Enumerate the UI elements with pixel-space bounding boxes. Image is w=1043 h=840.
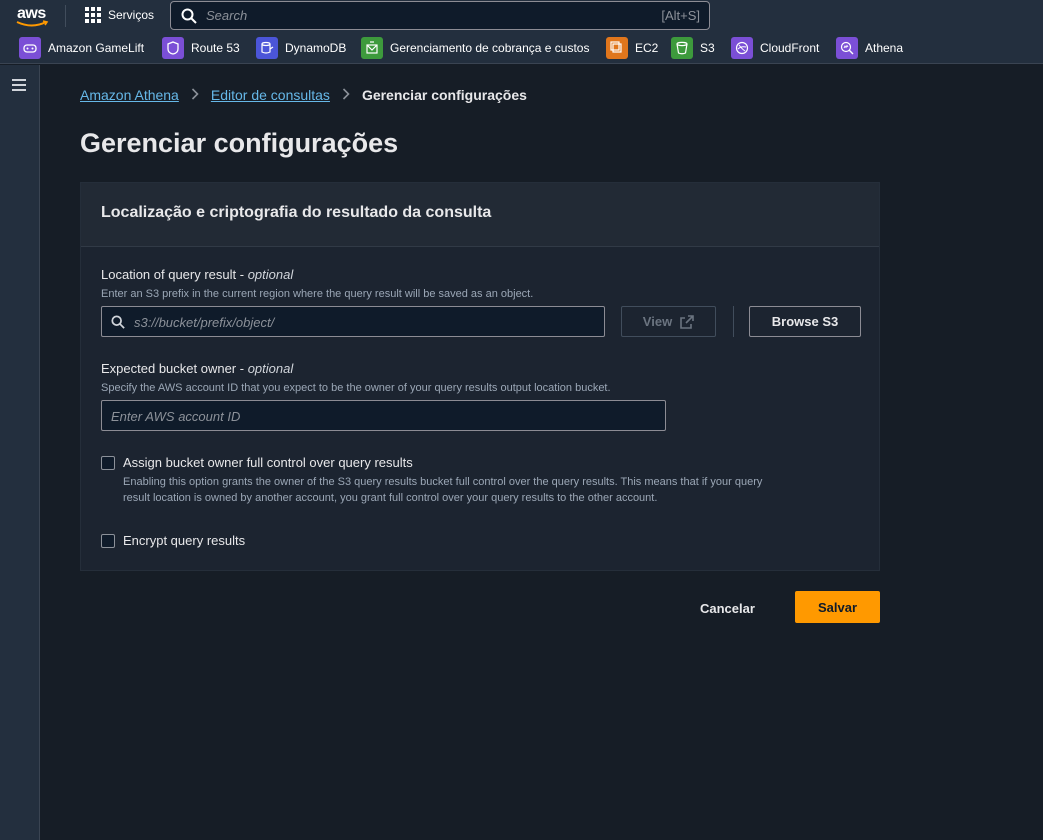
favorite-label: Gerenciamento de cobrança e custos	[390, 41, 590, 55]
favorite-label: Route 53	[191, 41, 240, 55]
search-icon	[111, 315, 125, 329]
favorites-bar: Amazon GameLift Route 53 DynamoDB Gerenc…	[0, 32, 1043, 64]
breadcrumb-current: Gerenciar configurações	[361, 87, 527, 103]
panel-header: Localização e criptografia do resultado …	[81, 183, 879, 247]
location-label-text: Location of query result -	[101, 267, 248, 282]
aws-smile-icon	[16, 20, 49, 27]
favorite-label: S3	[700, 41, 715, 55]
services-menu-button[interactable]: Serviços	[84, 6, 154, 24]
favorite-amazon-gamelift[interactable]: Amazon GameLift	[19, 37, 144, 59]
location-description: Enter an S3 prefix in the current region…	[101, 288, 534, 300]
gamelift-icon	[19, 37, 41, 59]
assign-full-control-description-line2: result location is owned by another acco…	[123, 492, 658, 504]
cloudfront-icon	[731, 37, 753, 59]
dynamodb-icon	[256, 37, 278, 59]
athena-icon	[836, 37, 858, 59]
route53-icon	[162, 37, 184, 59]
encrypt-query-results-label[interactable]: Encrypt query results	[123, 533, 245, 548]
assign-full-control-description-line1: Enabling this option grants the owner of…	[123, 476, 763, 488]
ec2-icon	[606, 37, 628, 59]
breadcrumb: Amazon Athena Editor de consultas Gerenc…	[80, 87, 527, 103]
expected-bucket-owner-input[interactable]: Enter AWS account ID	[101, 400, 666, 431]
view-label: View	[642, 314, 673, 329]
favorite-label: Athena	[865, 41, 904, 55]
location-optional: optional	[247, 267, 294, 282]
s3-bucket-icon	[671, 37, 693, 59]
favorite-s3[interactable]: S3	[671, 37, 715, 59]
owner-placeholder: Enter AWS account ID	[111, 409, 241, 424]
owner-label: Expected bucket owner - optional	[101, 361, 293, 376]
save-button[interactable]: Salvar	[795, 591, 880, 623]
owner-description: Specify the AWS account ID that you expe…	[101, 382, 611, 394]
aws-logo[interactable]: aws	[14, 4, 52, 28]
button-divider	[733, 306, 734, 337]
search-icon	[181, 8, 197, 24]
settings-panel: Localização e criptografia do resultado …	[80, 182, 880, 571]
chevron-right-icon	[342, 87, 350, 103]
owner-label-text: Expected bucket owner -	[101, 361, 248, 376]
panel-title: Localização e criptografia do resultado …	[101, 204, 492, 221]
favorite-cloudfront[interactable]: CloudFront	[731, 37, 819, 59]
view-button[interactable]: View	[621, 306, 716, 337]
favorite-dynamodb[interactable]: DynamoDB	[256, 37, 346, 59]
cancel-button[interactable]: Cancelar	[700, 593, 755, 623]
browse-s3-button[interactable]: Browse S3	[749, 306, 861, 337]
global-search-input[interactable]: Search [Alt+S]	[170, 1, 710, 30]
owner-optional: optional	[247, 361, 294, 376]
assign-full-control-label[interactable]: Assign bucket owner full control over qu…	[123, 455, 413, 470]
favorite-billing[interactable]: Gerenciamento de cobrança e custos	[361, 37, 589, 59]
grid-icon	[84, 6, 102, 24]
location-label: Location of query result - optional	[101, 267, 293, 282]
search-placeholder: Search	[206, 8, 248, 23]
breadcrumb-editor-de-consultas[interactable]: Editor de consultas	[211, 87, 330, 103]
favorite-label: Amazon GameLift	[48, 41, 145, 55]
breadcrumb-amazon-athena[interactable]: Amazon Athena	[80, 87, 179, 103]
favorite-label: CloudFront	[760, 41, 820, 55]
chevron-right-icon	[191, 87, 199, 103]
encrypt-query-results-checkbox[interactable]	[101, 534, 115, 548]
location-placeholder: s3://bucket/prefix/object/	[134, 315, 275, 330]
services-label: Serviços	[108, 8, 155, 22]
query-result-location-input[interactable]: s3://bucket/prefix/object/	[101, 306, 605, 337]
billing-icon	[361, 37, 383, 59]
external-link-icon	[680, 314, 694, 329]
assign-full-control-checkbox[interactable]	[101, 456, 115, 470]
side-navigation	[0, 65, 40, 840]
favorite-label: EC2	[635, 41, 659, 55]
top-navigation-bar: aws Serviços Search [Alt+S]	[0, 0, 1043, 32]
search-shortcut-hint: [Alt+S]	[661, 8, 700, 23]
menu-icon[interactable]	[12, 79, 28, 91]
favorite-route-53[interactable]: Route 53	[162, 37, 240, 59]
topbar-divider	[65, 5, 66, 27]
favorite-ec2[interactable]: EC2	[606, 37, 658, 59]
favorite-athena[interactable]: Athena	[836, 37, 903, 59]
page-title: Gerenciar configurações	[80, 128, 399, 158]
favorite-label: DynamoDB	[285, 41, 347, 55]
